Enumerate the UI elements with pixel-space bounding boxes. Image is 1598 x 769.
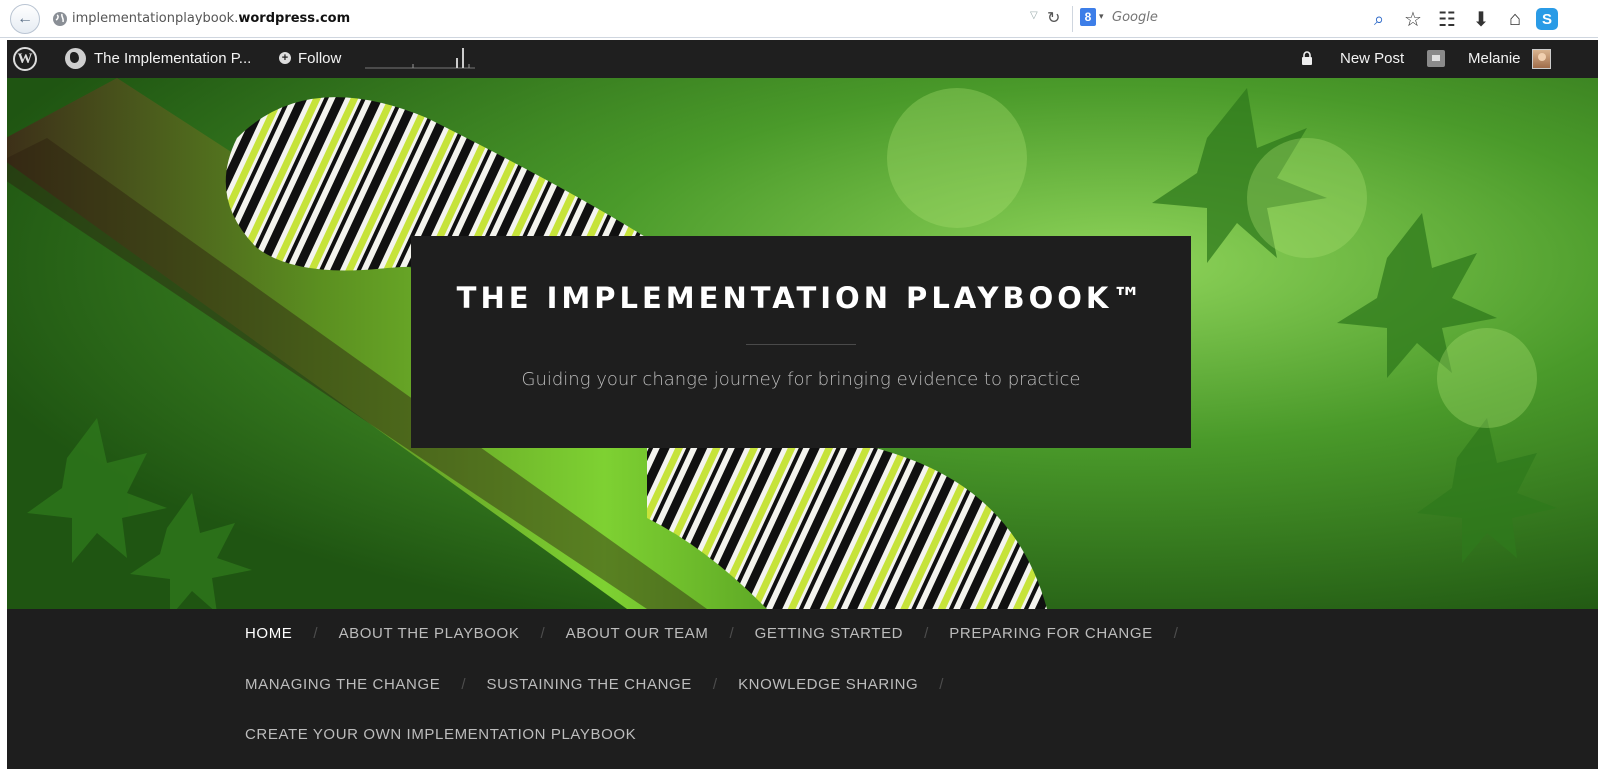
nav-separator: / bbox=[712, 676, 718, 693]
nav-item-knowledge-sharing[interactable]: KNOWLEDGE SHARING bbox=[738, 676, 918, 693]
globe-icon[interactable] bbox=[65, 48, 86, 69]
reload-icon[interactable]: ↻ bbox=[1047, 8, 1060, 28]
nav-item-create-your-own-playbook[interactable]: CREATE YOUR OWN IMPLEMENTATION PLAYBOOK bbox=[245, 726, 636, 743]
nav-item-about-our-team[interactable]: ABOUT OUR TEAM bbox=[566, 625, 709, 642]
bookmark-star-icon[interactable]: ☆ bbox=[1396, 5, 1430, 33]
wordpress-logo-icon[interactable]: W bbox=[13, 47, 37, 71]
skype-icon[interactable]: S bbox=[1536, 8, 1558, 30]
nav-item-home[interactable]: HOME bbox=[245, 625, 292, 642]
site-name-link[interactable]: The Implementation P... bbox=[94, 50, 251, 67]
reading-list-icon[interactable]: ☷ bbox=[1430, 5, 1464, 33]
follow-button[interactable]: Follow bbox=[298, 50, 341, 67]
lock-icon[interactable] bbox=[1301, 51, 1313, 65]
nav-item-getting-started[interactable]: GETTING STARTED bbox=[755, 625, 903, 642]
title-divider bbox=[746, 344, 856, 345]
site-identity-icon[interactable] bbox=[52, 11, 68, 27]
nav-separator: / bbox=[729, 625, 734, 642]
main-navigation: HOME / ABOUT THE PLAYBOOK / ABOUT OUR TE… bbox=[7, 609, 1598, 769]
nav-separator: / bbox=[939, 676, 944, 693]
wp-admin-bar: W The Implementation P... + Follow New P… bbox=[7, 40, 1598, 78]
google-plus-icon[interactable]: 8 bbox=[1080, 8, 1096, 26]
nav-separator: / bbox=[924, 625, 929, 642]
new-post-button[interactable]: New Post bbox=[1340, 50, 1404, 67]
search-icon[interactable]: ⌕ bbox=[1362, 5, 1396, 33]
back-button[interactable]: ← bbox=[10, 4, 40, 34]
download-icon[interactable]: ⬇ bbox=[1464, 5, 1498, 33]
site-title-box: THE IMPLEMENTATION PLAYBOOK™ Guiding you… bbox=[411, 236, 1191, 448]
header-image: THE IMPLEMENTATION PLAYBOOK™ Guiding you… bbox=[7, 78, 1598, 609]
avatar[interactable] bbox=[1532, 49, 1551, 69]
site-title[interactable]: THE IMPLEMENTATION PLAYBOOK™ bbox=[411, 281, 1191, 315]
url-prefix: implementationplaybook. bbox=[72, 11, 239, 26]
nav-separator: / bbox=[540, 625, 545, 642]
search-input[interactable] bbox=[1112, 10, 1352, 25]
home-icon[interactable]: ⌂ bbox=[1498, 5, 1532, 33]
url-bar[interactable]: implementationplaybook.wordpress.com bbox=[72, 11, 350, 26]
url-domain: wordpress.com bbox=[238, 11, 351, 26]
url-dropdown-icon[interactable]: ▽ bbox=[1030, 10, 1038, 21]
nav-separator: / bbox=[313, 625, 318, 642]
back-arrow-icon: ← bbox=[17, 10, 33, 27]
nav-item-preparing-for-change[interactable]: PREPARING FOR CHANGE bbox=[949, 625, 1152, 642]
toolbar-icons: ⌕ ☆ ☷ ⬇ ⌂ S bbox=[1362, 5, 1558, 33]
stats-sparkline[interactable] bbox=[365, 46, 475, 70]
nav-row-3: CREATE YOUR OWN IMPLEMENTATION PLAYBOOK bbox=[245, 726, 636, 743]
site-tagline: Guiding your change journey for bringing… bbox=[521, 369, 1081, 390]
nav-row-1: HOME / ABOUT THE PLAYBOOK / ABOUT OUR TE… bbox=[245, 625, 1199, 642]
nav-separator: / bbox=[1173, 625, 1178, 642]
follow-plus-icon[interactable]: + bbox=[279, 52, 291, 64]
notifications-icon[interactable] bbox=[1427, 50, 1445, 67]
nav-item-managing-the-change[interactable]: MANAGING THE CHANGE bbox=[245, 676, 440, 693]
nav-item-about-the-playbook[interactable]: ABOUT THE PLAYBOOK bbox=[339, 625, 520, 642]
nav-item-sustaining-the-change[interactable]: SUSTAINING THE CHANGE bbox=[486, 676, 691, 693]
toolbar-divider bbox=[1072, 6, 1073, 32]
nav-row-2: MANAGING THE CHANGE / SUSTAINING THE CHA… bbox=[245, 676, 964, 693]
user-menu[interactable]: Melanie bbox=[1468, 50, 1521, 67]
search-engine-dropdown-icon[interactable]: ▾ bbox=[1099, 11, 1104, 22]
browser-toolbar: ← implementationplaybook.wordpress.com ▽… bbox=[0, 0, 1598, 38]
nav-separator: / bbox=[461, 676, 466, 693]
